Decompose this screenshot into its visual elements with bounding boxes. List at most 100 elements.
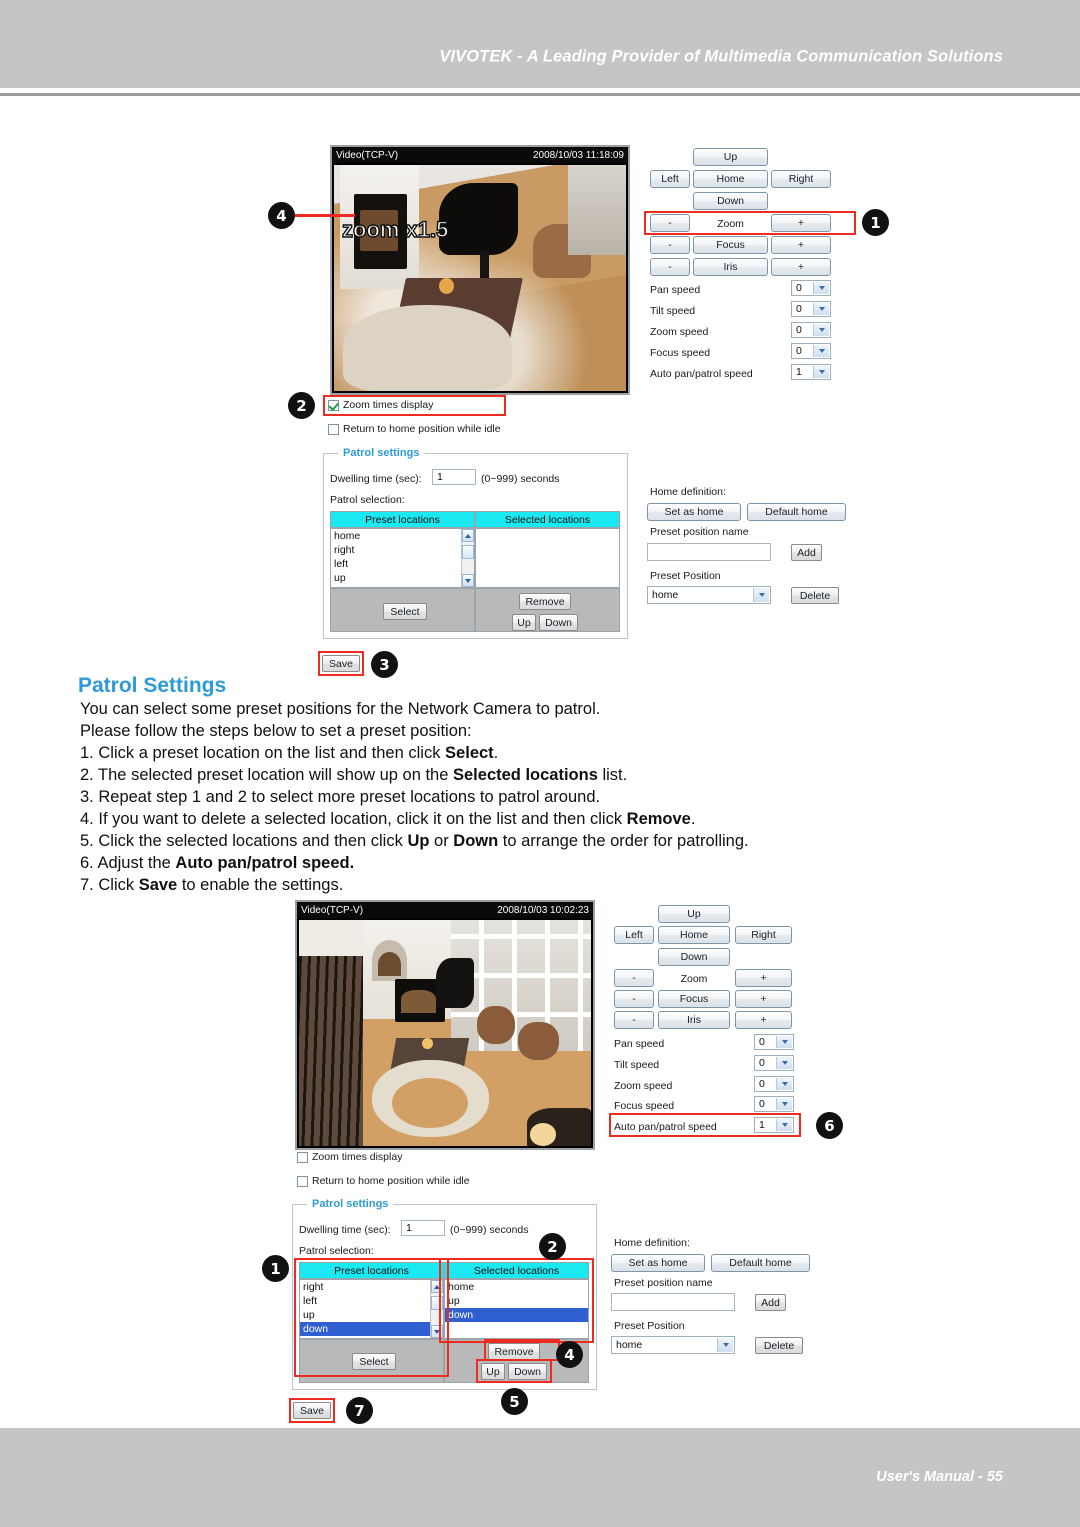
bottom-zoom-minus[interactable]: - — [614, 969, 654, 987]
list-item[interactable]: up — [331, 571, 474, 585]
bottom-preset-position-label: Preset Position — [614, 1320, 685, 1332]
top-ptz-home[interactable]: Home — [693, 170, 768, 188]
step-6: 6. Adjust the Auto pan/patrol speed. — [80, 854, 354, 873]
top-iris-label[interactable]: Iris — [693, 258, 768, 276]
bottom-default-home-button[interactable]: Default home — [711, 1254, 810, 1272]
bottom-iris-plus[interactable]: + — [735, 1011, 792, 1029]
highlight-autopan-speed — [609, 1113, 801, 1137]
top-default-home-button[interactable]: Default home — [747, 503, 846, 521]
step-1-c: . — [493, 744, 499, 762]
bottom-focus-plus[interactable]: + — [735, 990, 792, 1008]
list-item[interactable]: left — [331, 557, 474, 571]
chevron-down-icon[interactable] — [717, 1338, 733, 1352]
scroll-up-icon[interactable] — [462, 529, 474, 542]
list-item[interactable]: home — [331, 529, 474, 543]
top-ptz-up[interactable]: Up — [693, 148, 768, 166]
top-speed-select-focus[interactable]: 0 — [791, 343, 831, 359]
bottom-set-as-home-button[interactable]: Set as home — [611, 1254, 705, 1272]
highlight-zoom-row — [644, 211, 856, 235]
top-speed-select-autopan[interactable]: 1 — [791, 364, 831, 380]
page-header-band: VIVOTEK - A Leading Provider of Multimed… — [0, 0, 1080, 88]
top-speed-value-autopan: 1 — [796, 366, 802, 378]
top-selected-locations-list[interactable] — [475, 528, 620, 588]
top-focus-label[interactable]: Focus — [693, 236, 768, 254]
top-speed-label-tilt: Tilt speed — [650, 305, 696, 317]
top-preset-locations-list[interactable]: home right left up — [330, 528, 475, 588]
top-select-button[interactable]: Select — [383, 603, 427, 620]
top-speed-select-zoom[interactable]: 0 — [791, 322, 831, 338]
chevron-down-icon[interactable] — [753, 588, 769, 602]
bottom-speed-select-focus[interactable]: 0 — [754, 1096, 794, 1112]
bottom-iris-label[interactable]: Iris — [658, 1011, 730, 1029]
chevron-down-icon[interactable] — [776, 1036, 792, 1048]
step-4-num: 4. — [80, 810, 99, 828]
bottom-zoom-plus[interactable]: + — [735, 969, 792, 987]
bottom-patrol-settings-title: Patrol settings — [307, 1198, 394, 1210]
top-preset-position-select[interactable]: home — [647, 586, 771, 604]
bottom-add-button[interactable]: Add — [755, 1294, 786, 1311]
callout-5-bottom: 5 — [501, 1388, 528, 1415]
top-set-as-home-button[interactable]: Set as home — [647, 503, 741, 521]
chevron-down-icon[interactable] — [813, 282, 829, 294]
chevron-down-icon[interactable] — [813, 345, 829, 357]
bottom-iris-minus[interactable]: - — [614, 1011, 654, 1029]
top-speed-select-tilt[interactable]: 0 — [791, 301, 831, 317]
top-ptz-down[interactable]: Down — [693, 192, 768, 210]
top-ptz-left[interactable]: Left — [650, 170, 690, 188]
top-check-label-return-home-idle: Return to home position while idle — [343, 423, 501, 435]
bottom-speed-select-zoom[interactable]: 0 — [754, 1076, 794, 1092]
scroll-down-icon[interactable] — [462, 574, 474, 587]
top-speed-label-zoom: Zoom speed — [650, 326, 709, 338]
top-preset-name-input[interactable] — [647, 543, 771, 561]
top-down-button[interactable]: Down — [539, 614, 578, 631]
top-check-return-home-idle[interactable] — [328, 424, 339, 435]
step-3-a: Repeat step 1 and 2 to select more prese… — [98, 788, 601, 806]
callout-4-leader — [295, 214, 355, 217]
bottom-preset-name-input[interactable] — [611, 1293, 735, 1311]
bottom-preset-position-select[interactable]: home — [611, 1336, 735, 1354]
chevron-down-icon[interactable] — [813, 324, 829, 336]
bottom-speed-select-tilt[interactable]: 0 — [754, 1055, 794, 1071]
bottom-check-zoom-times-display[interactable] — [297, 1152, 308, 1163]
top-iris-minus[interactable]: - — [650, 258, 690, 276]
top-dwell-input[interactable]: 1 — [432, 469, 476, 485]
bottom-video-preview: Video(TCP-V) 2008/10/03 10:02:23 — [295, 900, 595, 1150]
bottom-ptz-right[interactable]: Right — [735, 926, 792, 944]
top-focus-plus[interactable]: + — [771, 236, 831, 254]
chevron-down-icon[interactable] — [776, 1098, 792, 1110]
scrollbar-thumb[interactable] — [462, 545, 474, 559]
bottom-focus-minus[interactable]: - — [614, 990, 654, 1008]
zoom-overlay-label: zoom x1.5 — [341, 216, 449, 242]
bottom-speed-select-pan[interactable]: 0 — [754, 1034, 794, 1050]
step-1-num: 1. — [80, 744, 99, 762]
top-add-button[interactable]: Add — [791, 544, 822, 561]
top-preset-list-scrollbar[interactable] — [461, 529, 474, 587]
bottom-ptz-down[interactable]: Down — [658, 948, 730, 966]
top-delete-button[interactable]: Delete — [791, 587, 839, 604]
bottom-check-label-return-home-idle: Return to home position while idle — [312, 1175, 470, 1187]
top-focus-minus[interactable]: - — [650, 236, 690, 254]
top-iris-plus[interactable]: + — [771, 258, 831, 276]
chevron-down-icon[interactable] — [813, 303, 829, 315]
chevron-down-icon[interactable] — [813, 366, 829, 378]
bottom-focus-label[interactable]: Focus — [658, 990, 730, 1008]
bottom-preset-position-value: home — [616, 1339, 643, 1351]
step-6-a: Adjust the — [97, 854, 176, 872]
chevron-down-icon[interactable] — [776, 1057, 792, 1069]
top-ptz-right[interactable]: Right — [771, 170, 831, 188]
bottom-speed-label-pan: Pan speed — [614, 1038, 665, 1050]
intro-line-1: You can select some preset positions for… — [80, 700, 601, 718]
bottom-check-return-home-idle[interactable] — [297, 1176, 308, 1187]
bottom-ptz-up[interactable]: Up — [658, 905, 730, 923]
bottom-delete-button[interactable]: Delete — [755, 1337, 803, 1354]
top-up-button[interactable]: Up — [512, 614, 536, 631]
top-speed-select-pan[interactable]: 0 — [791, 280, 831, 296]
list-item[interactable]: right — [331, 543, 474, 557]
bottom-dwell-input[interactable]: 1 — [401, 1220, 445, 1236]
bottom-ptz-left[interactable]: Left — [614, 926, 654, 944]
chevron-down-icon[interactable] — [776, 1078, 792, 1090]
step-4: 4. If you want to delete a selected loca… — [80, 810, 695, 829]
step-5-c: or — [429, 832, 454, 850]
bottom-ptz-home[interactable]: Home — [658, 926, 730, 944]
top-remove-button[interactable]: Remove — [519, 593, 571, 610]
